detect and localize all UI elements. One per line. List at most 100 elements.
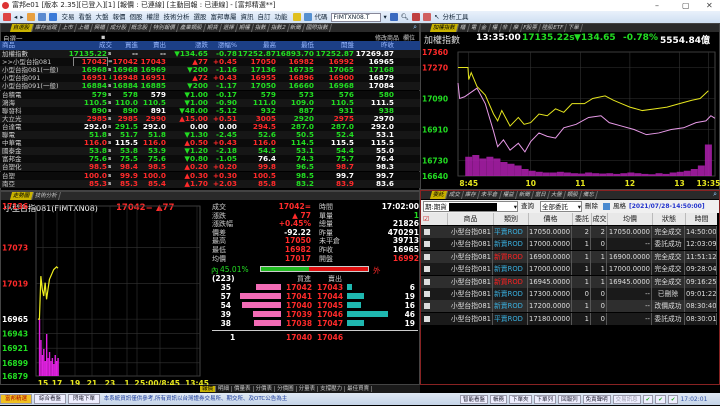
order-row[interactable]: 小型台指081 新買ROD 16900.0000 1 1 16900.0000 完全成交 11… xyxy=(421,250,717,263)
orders-column-2[interactable]: 價格 xyxy=(528,213,572,225)
quote-row[interactable]: 鴻海 110.5 110.0 110.5 ▼1.00 -0.90 111.0 109.0 110… xyxy=(0,98,420,107)
status-button-1[interactable]: 帳務 xyxy=(490,395,508,404)
status-button-5[interactable]: 免責聲明 xyxy=(582,395,611,404)
status-button-0[interactable]: 智能看盤 xyxy=(460,395,489,404)
row-checkbox[interactable] xyxy=(424,278,430,285)
minimize-button[interactable]: – xyxy=(655,0,659,11)
forward-icon[interactable]: ▸ xyxy=(20,11,23,23)
index-tab-9[interactable]: 下單 xyxy=(565,24,584,32)
detail-tab-0[interactable]: 走勢圖 xyxy=(9,192,34,200)
quote-row[interactable]: 小型台指091(一般) 16884 16884 16885 ▼200 -1.17 17050… xyxy=(0,82,420,91)
pen-icon[interactable] xyxy=(292,13,301,21)
row-checkbox[interactable] xyxy=(424,315,430,322)
quote-row[interactable]: 大立光 2985 2985 2990 ▲15.00 +0.51 3005 2920 2975 29… xyxy=(0,114,420,123)
query-button[interactable]: 查詢 xyxy=(521,200,534,213)
status-button-2[interactable]: 下單夾 xyxy=(509,395,532,404)
detail-bottom-tab-6[interactable]: 支撐壓力 xyxy=(318,386,346,392)
style-icon[interactable] xyxy=(603,203,610,210)
orders-column-4[interactable]: 成交 xyxy=(591,213,607,225)
orders-column-0[interactable]: 商品 xyxy=(447,213,493,225)
dropdown-icon[interactable]: ▾ xyxy=(578,202,581,212)
select-all-checkbox[interactable]: ☑ xyxy=(423,213,429,225)
orders-tab-5[interactable]: 新聞 xyxy=(515,191,534,199)
alert-icon[interactable] xyxy=(412,13,421,21)
quote-row[interactable]: 台塑化 98.5 98.4 98.5 ▲0.20 +0.20 99.8 96.5 98.7 98.… xyxy=(0,163,420,172)
code-input[interactable]: FIMTXN08.T xyxy=(330,12,381,22)
orders-tab-3[interactable]: 未平倉 xyxy=(477,191,502,199)
orders-column-7[interactable]: 時間 xyxy=(685,213,717,225)
group-dropdown-icon[interactable]: ▪ xyxy=(101,33,105,41)
close-button[interactable]: ✕ xyxy=(706,0,713,11)
row-checkbox[interactable] xyxy=(424,266,430,273)
column-header-0[interactable]: 商品 xyxy=(2,41,15,50)
home-icon[interactable] xyxy=(3,13,11,21)
back-icon[interactable]: ◂ xyxy=(14,11,17,23)
search-icon[interactable]: ⌕ xyxy=(713,190,717,199)
quote-tab-7[interactable]: 特別報價 xyxy=(149,24,179,32)
detail-bottom-tab-1[interactable]: 明細 xyxy=(216,386,233,392)
orders-tab-9[interactable]: 備忘 xyxy=(579,191,598,199)
menu-7[interactable]: 選股 xyxy=(192,11,209,23)
order-row[interactable]: 小型台指081 新賣ROD 17000.0000 1 1 17000.0000 完全成交 09… xyxy=(421,263,717,276)
check-icon[interactable]: ✔ xyxy=(642,395,654,404)
news-icon[interactable] xyxy=(423,13,432,21)
menu-4[interactable]: 個股 xyxy=(128,11,145,23)
index-tab-8[interactable]: 陸股ETF xyxy=(539,24,568,32)
detail-tab-1[interactable]: 技術分析 xyxy=(31,192,61,200)
menu-8[interactable]: 富邦專屬 xyxy=(209,11,239,23)
orders-column-3[interactable]: 委託 xyxy=(572,213,591,225)
quote-row[interactable]: 國泰金 53.8 53.8 53.9 ▼1.20 -2.18 54.5 53.1 54.4 55.… xyxy=(0,147,420,156)
menu-2[interactable]: 大盤 xyxy=(94,11,111,23)
quote-row[interactable]: >>小型台指081 17042 17042 17043 ▲77 +0.45 17050 169… xyxy=(0,57,420,68)
order-filter-select[interactable]: 全部委託 ▾ xyxy=(540,201,582,212)
quote-row[interactable]: 台塑 100.0 99.9 100.0 ▲0.30 +0.30 100.5 98.5 99.7 9… xyxy=(0,171,420,180)
quote-row[interactable]: 台達電 292.0 291.5 292.0 0.00 0.00 294.5 287.0 287.… xyxy=(0,122,420,131)
quote-row[interactable]: 富邦金 75.6 75.5 75.6 ▼0.80 -1.05 76.4 74.3 75.7 76.… xyxy=(0,155,420,164)
status-button-3[interactable]: 下單列 xyxy=(533,395,557,404)
orders-column-6[interactable]: 狀態 xyxy=(652,213,685,225)
quote-tab-2[interactable]: 上市 xyxy=(58,24,77,32)
workspace-tab-1[interactable]: 綜合看盤 xyxy=(34,394,67,404)
detail-bottom-tab-5[interactable]: 分量表 xyxy=(296,386,319,392)
order-row[interactable]: 小型台指081 新賣ROD 17200.0000 1 0 -- 改價成功 08:30:40 xyxy=(421,300,717,313)
status-button-6[interactable]: 交易訊息 xyxy=(612,395,641,404)
cursor-icon[interactable]: ↖ xyxy=(434,11,439,23)
menu-0[interactable]: 交易 xyxy=(60,11,77,23)
menu-5[interactable]: 權證 xyxy=(145,11,162,23)
search-icon[interactable]: 🔍︎ xyxy=(401,11,409,23)
menu-10[interactable]: 自訂 xyxy=(256,11,273,23)
status-button-4[interactable]: 回報列 xyxy=(558,395,581,404)
detail-bottom-tab-3[interactable]: 分價表 xyxy=(253,386,276,392)
index-tab-0[interactable]: 加權指數 xyxy=(429,24,460,32)
analysis-tools-menu[interactable]: 分析工具 xyxy=(443,11,469,23)
detail-bottom-tab-7[interactable]: 最佳買賣 xyxy=(345,386,373,392)
style-button[interactable]: 風格 xyxy=(613,200,626,213)
quote-tab-15[interactable]: 國際指數 xyxy=(303,24,333,32)
row-checkbox[interactable] xyxy=(424,291,430,297)
order-row[interactable]: 小型台指081 平賣ROD 17180.0000 1 0 -- 委託成功 08:30:01 xyxy=(421,312,717,325)
dropdown-icon[interactable]: ▾ xyxy=(514,202,517,212)
workspace-tab-2[interactable]: 閃電下單 xyxy=(68,394,101,404)
menu-6[interactable]: 技術分析 xyxy=(162,11,192,23)
quote-tab-8[interactable]: 產業類股 xyxy=(176,24,206,32)
row-checkbox[interactable] xyxy=(424,229,430,235)
quote-row[interactable]: 南亞 85.3 85.3 85.4 ▲1.70 +2.03 85.8 83.2 83.9 83.6… xyxy=(0,179,420,188)
account-select[interactable]: 期:期貨 ▾ xyxy=(423,201,518,212)
order-row[interactable]: 小型台指081 新買ROD 16945.0000 1 1 16945.0000 完全成交 09… xyxy=(421,275,717,288)
quote-tab-6[interactable]: 概念股 xyxy=(128,24,152,32)
row-checkbox[interactable] xyxy=(424,303,430,310)
quote-row[interactable]: 中華電 116.0 115.5 116.0 ▲0.50 +0.43 116.0 114.5 11… xyxy=(0,138,420,148)
row-checkbox[interactable] xyxy=(424,241,430,248)
user-icon[interactable] xyxy=(26,13,35,21)
menu-9[interactable]: 資訊 xyxy=(239,11,256,23)
check-icon[interactable]: ✔ xyxy=(655,395,666,404)
monitor-icon[interactable] xyxy=(389,13,398,21)
quote-row[interactable]: 小型台指081(一般) 16968 16968 16969 ▼200 -1.16 17136… xyxy=(0,66,420,75)
menu-3[interactable]: 報價 xyxy=(111,11,128,23)
order-row[interactable]: 小型台指081 平賣ROD 17050.0000 2 2 17050.0000 完全成交 14… xyxy=(421,226,717,238)
quote-row[interactable]: 小型台指091 16951 16948 16951 ▲72 +0.43 16955 16896… xyxy=(0,74,420,83)
quote-tab-0[interactable]: 自選股 xyxy=(9,24,34,32)
order-row[interactable]: 小型台指081 新賣ROD 17000.0000 1 0 -- 委託成功 12:03:09 xyxy=(421,238,717,251)
orders-tab-7[interactable]: 大盤 xyxy=(547,191,566,199)
quote-tab-5[interactable]: 成分股 xyxy=(106,24,131,32)
